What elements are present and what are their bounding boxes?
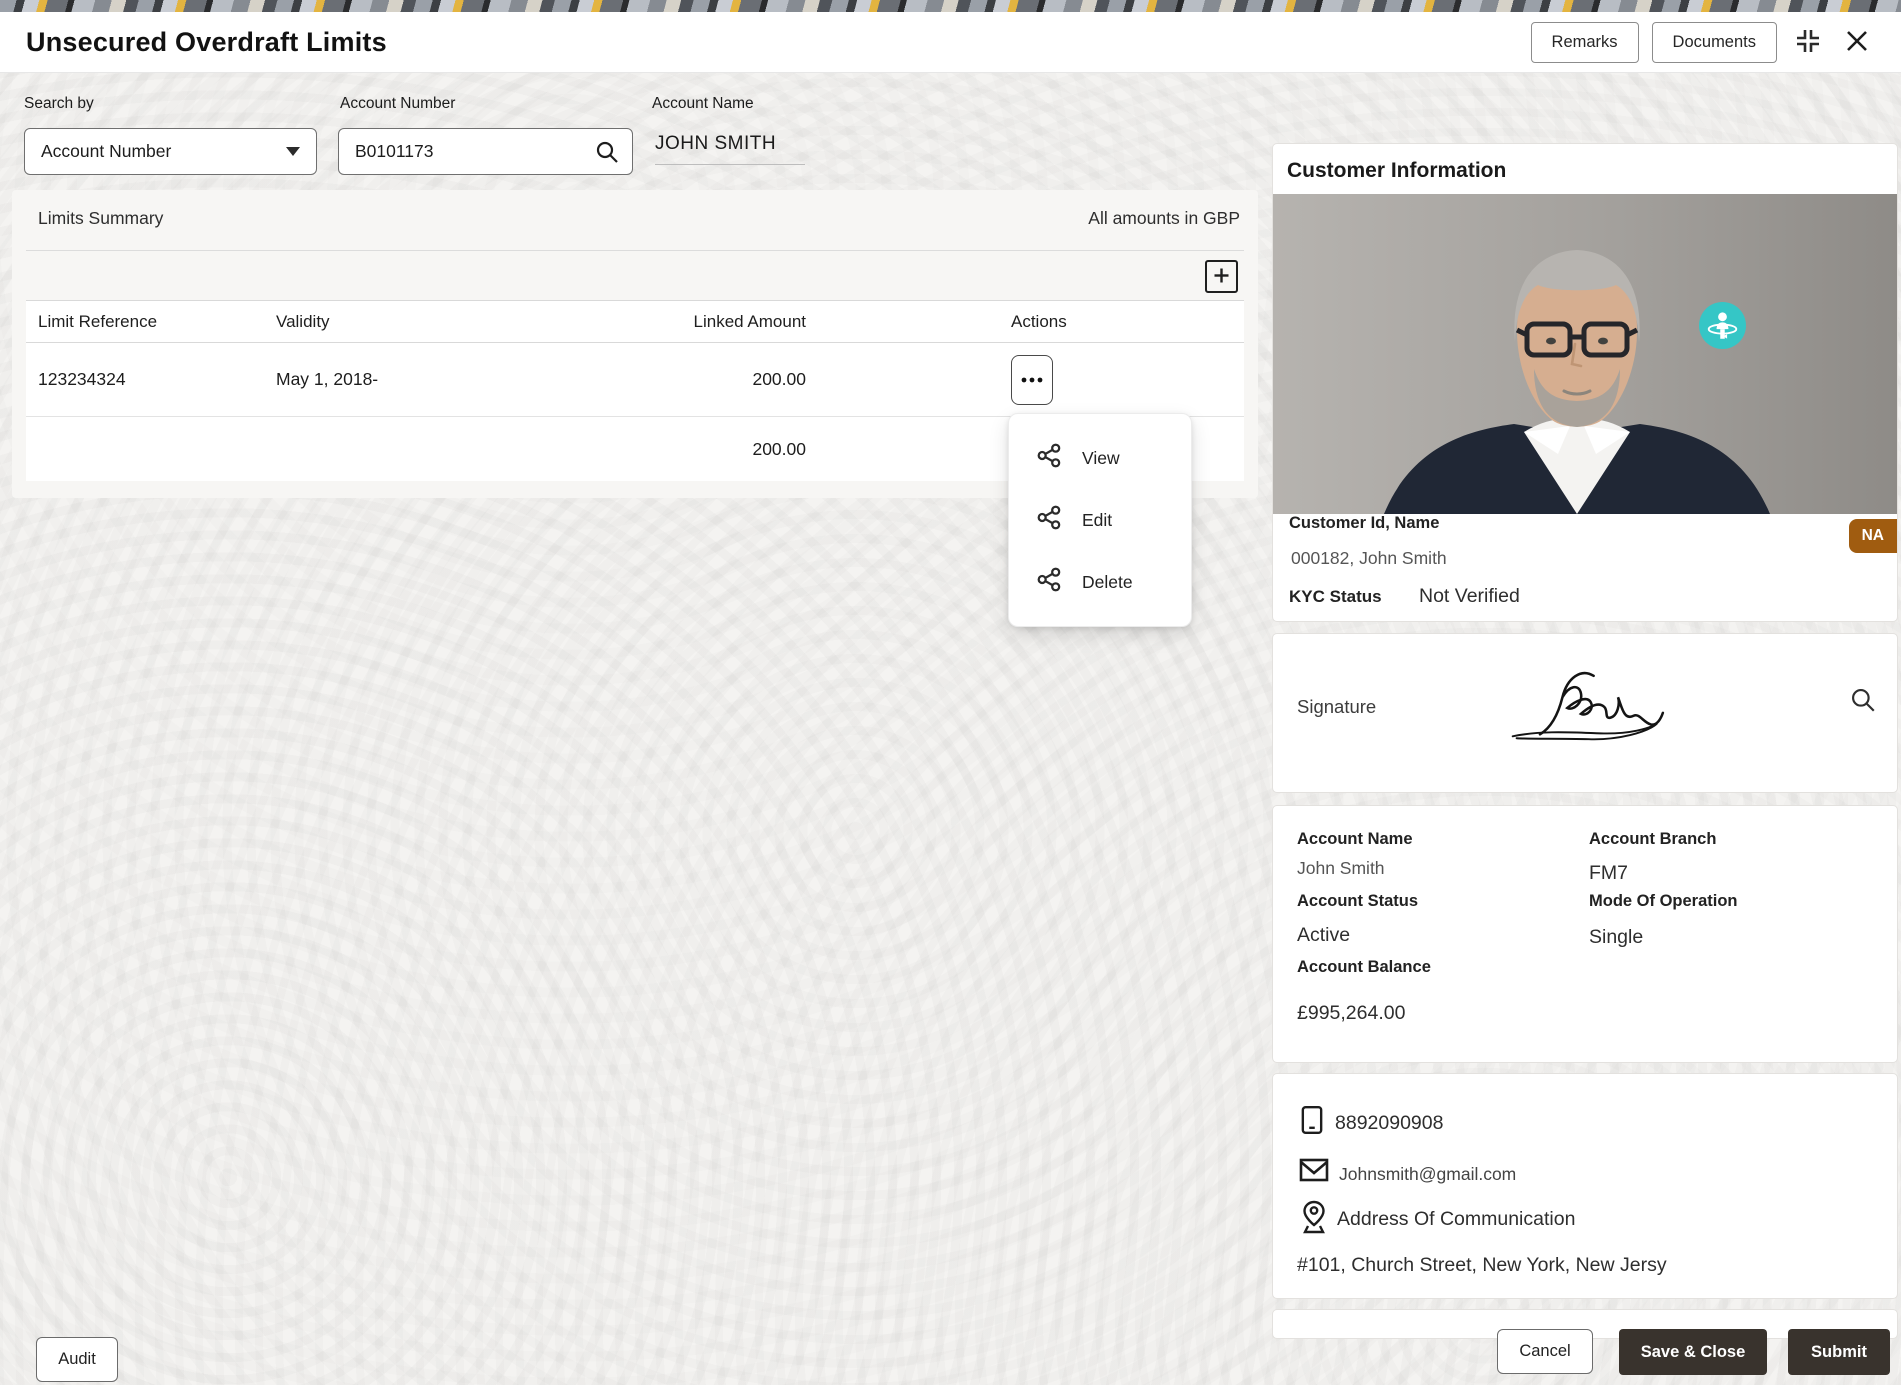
unsecured-overdraft-limits-screen: Unsecured Overdraft Limits Remarks Docum… <box>0 0 1901 1385</box>
account-name-value: JOHN SMITH <box>655 133 805 165</box>
col-linked-amount: Linked Amount <box>606 312 806 332</box>
account-name-label: Account Name <box>652 95 754 113</box>
save-close-button[interactable]: Save & Close <box>1619 1329 1767 1375</box>
phone-number-value: 8892090908 <box>1335 1112 1443 1135</box>
header-actions: Remarks Documents <box>1531 22 1875 63</box>
row-actions-button[interactable] <box>1011 355 1053 405</box>
account-number-label: Account Number <box>340 95 455 113</box>
address-value: #101, Church Street, New York, New Jersy <box>1297 1254 1667 1277</box>
remarks-button[interactable]: Remarks <box>1531 22 1639 63</box>
header-bar: Unsecured Overdraft Limits Remarks Docum… <box>0 12 1901 73</box>
search-by-select[interactable]: Account Number <box>24 128 317 175</box>
customer-information-card: Customer Information <box>1272 143 1898 622</box>
account-status-value: Active <box>1297 924 1350 947</box>
share-icon <box>1036 442 1063 474</box>
limits-summary-header: Limits Summary All amounts in GBP <box>38 208 1240 229</box>
col-actions: Actions <box>806 312 1244 332</box>
share-icon <box>1036 504 1063 536</box>
account-name-detail-label: Account Name <box>1297 830 1413 849</box>
account-status-label: Account Status <box>1297 892 1418 911</box>
close-button[interactable] <box>1839 24 1875 60</box>
close-icon <box>1844 28 1870 57</box>
documents-button[interactable]: Documents <box>1652 22 1777 63</box>
zoom-icon <box>1849 702 1877 717</box>
page-title: Unsecured Overdraft Limits <box>26 27 387 58</box>
customer-portrait <box>1273 194 1897 514</box>
caret-down-icon <box>286 147 300 156</box>
account-number-field <box>338 128 633 175</box>
decorative-top-strip <box>0 0 1901 12</box>
col-validity: Validity <box>276 312 606 332</box>
search-icon[interactable] <box>594 139 620 165</box>
status-badge: NA <box>1849 519 1897 553</box>
cancel-button[interactable]: Cancel <box>1497 1329 1593 1374</box>
account-balance-label: Account Balance <box>1297 958 1431 977</box>
account-details-card: Account Name John Smith Account Branch F… <box>1272 805 1898 1063</box>
search-by-selected-value: Account Number <box>41 141 171 162</box>
collapse-button[interactable] <box>1790 24 1826 60</box>
kyc-status-label: KYC Status <box>1289 587 1382 607</box>
menu-item-label: Edit <box>1082 510 1112 531</box>
search-by-label: Search by <box>24 95 94 113</box>
customer-information-title: Customer Information <box>1273 144 1897 194</box>
location-icon <box>1301 1200 1327 1239</box>
email-value: Johnsmith@gmail.com <box>1339 1164 1516 1185</box>
cell-linked-amount: 200.00 <box>606 369 806 390</box>
limits-summary-title: Limits Summary <box>38 208 163 229</box>
signature-label: Signature <box>1297 696 1376 718</box>
menu-item-view[interactable]: View <box>1009 427 1191 489</box>
person-360-icon[interactable] <box>1699 302 1746 349</box>
mode-of-operation-label: Mode Of Operation <box>1589 892 1738 911</box>
customer-id-name-label: Customer Id, Name <box>1289 514 1439 533</box>
col-limit-reference: Limit Reference <box>26 312 276 332</box>
menu-item-label: Delete <box>1082 572 1133 593</box>
phone-icon <box>1301 1104 1323 1141</box>
menu-item-delete[interactable]: Delete <box>1009 551 1191 613</box>
row-actions-menu: View Edit Delete <box>1008 413 1192 627</box>
account-name-detail-value: John Smith <box>1297 858 1385 879</box>
customer-id-name-value: 000182, John Smith <box>1291 548 1447 569</box>
amounts-currency-note: All amounts in GBP <box>1088 208 1240 229</box>
ellipsis-icon <box>1020 372 1044 387</box>
add-icon <box>1213 267 1230 287</box>
account-number-input[interactable] <box>355 141 594 162</box>
cell-validity: May 1, 2018- <box>276 369 606 390</box>
total-linked-amount: 200.00 <box>606 439 806 460</box>
account-branch-value: FM7 <box>1589 862 1628 885</box>
cell-limit-reference: 123234324 <box>26 369 276 390</box>
table-row: 123234324 May 1, 2018- 200.00 <box>26 343 1244 417</box>
signature-image <box>1501 658 1696 763</box>
customer-photo <box>1273 194 1897 514</box>
share-icon <box>1036 566 1063 598</box>
divider <box>26 250 1244 251</box>
contact-card: 8892090908 Johnsmith@gmail.com Address O… <box>1272 1073 1898 1299</box>
add-limit-button[interactable] <box>1205 260 1238 293</box>
audit-button[interactable]: Audit <box>36 1337 118 1382</box>
mode-of-operation-value: Single <box>1589 926 1643 949</box>
email-icon <box>1299 1158 1329 1187</box>
signature-zoom-button[interactable] <box>1849 686 1877 717</box>
account-balance-value: £995,264.00 <box>1297 1002 1405 1025</box>
menu-item-label: View <box>1082 448 1120 469</box>
signature-card: Signature <box>1272 633 1898 793</box>
kyc-status-value: Not Verified <box>1419 585 1520 608</box>
menu-item-edit[interactable]: Edit <box>1009 489 1191 551</box>
collapse-icon <box>1794 27 1822 58</box>
limits-table-header-row: Limit Reference Validity Linked Amount A… <box>26 300 1244 343</box>
account-branch-label: Account Branch <box>1589 830 1716 849</box>
address-label: Address Of Communication <box>1337 1208 1575 1231</box>
cell-actions <box>806 355 1244 405</box>
submit-button[interactable]: Submit <box>1788 1329 1890 1375</box>
